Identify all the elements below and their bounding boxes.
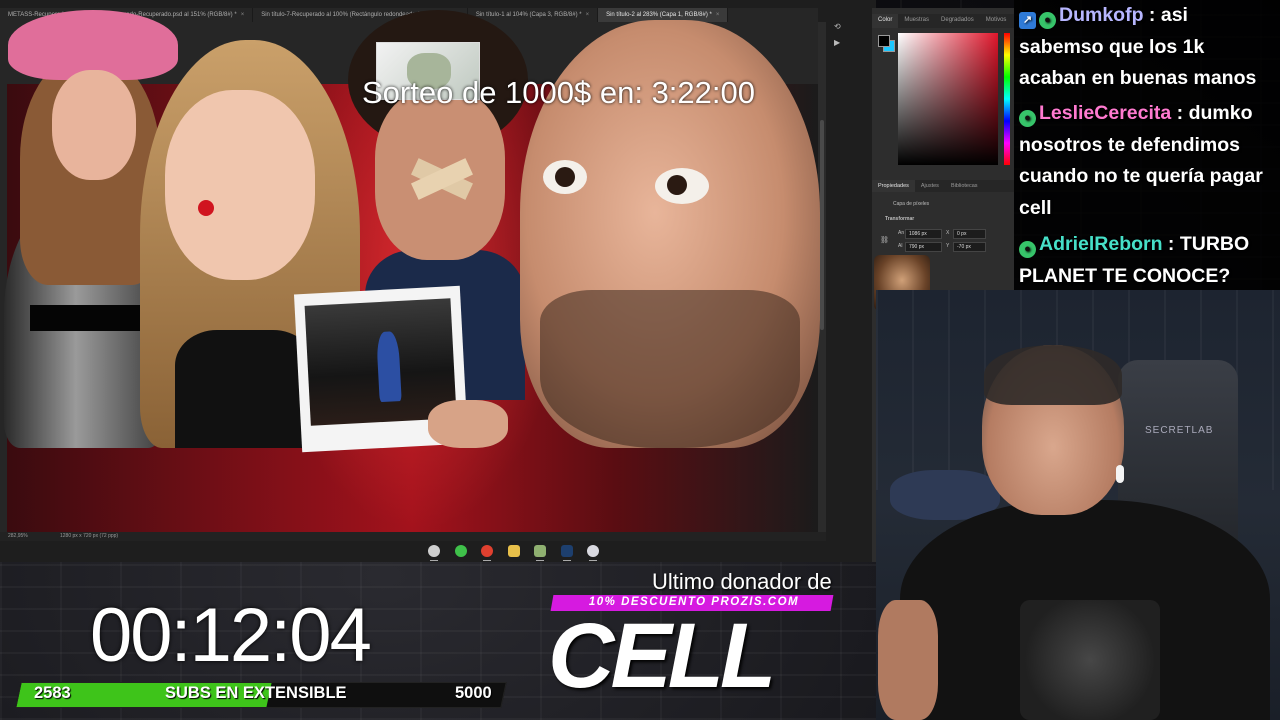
tab-gradients[interactable]: Degradados [935,14,980,28]
obs-icon[interactable] [587,545,599,561]
pupil [667,175,687,195]
status-bar: 282,95% 1280 px x 720 px (72 ppp) [0,532,826,541]
play-icon[interactable]: ▶ [834,38,843,47]
folder-icon[interactable] [508,545,520,557]
app-icon[interactable] [534,545,546,561]
y-label: Y [946,243,950,249]
document-size: 1280 px x 720 px (72 ppp) [60,533,119,539]
eye [543,160,587,194]
chrome-icon[interactable] [481,545,493,561]
hue-slider[interactable] [1004,33,1010,165]
link-icon[interactable]: ⛓ [880,236,889,244]
woman-face [52,70,136,180]
foreground-color-swatch[interactable] [878,35,890,47]
chat-username[interactable]: AdrielReborn [1039,233,1163,255]
zoom-level[interactable]: 282,95% [8,533,28,539]
sub-badge-icon: ● [1019,241,1036,258]
tab-color[interactable]: Color [872,14,899,28]
chat-separator: : [1143,4,1161,26]
chat-separator: : [1162,233,1180,255]
color-picker-field[interactable] [898,33,998,165]
tab-swatches[interactable]: Muestras [898,14,935,28]
layer-type-label: Capa de píxeles [893,201,930,207]
close-icon[interactable]: × [241,12,245,18]
runner-figure [376,331,402,403]
last-donor-name: CELL [548,605,776,707]
settings-icon[interactable] [428,545,440,561]
taskbar [420,542,610,561]
streamer-hair [984,345,1122,405]
close-icon[interactable]: × [586,12,590,18]
transform-heading: Transformar [885,216,915,222]
color-panel-tabs: Color Muestras Degradados Motivos [872,14,1014,28]
document-tab[interactable]: Sin título-1 al 104% (Capa 3, RGB/8#) * × [468,8,599,22]
stream-countdown: 00:12:04 [90,593,372,678]
prime-badge-icon: ↗ [1019,12,1036,29]
photoshop-icon[interactable] [561,545,573,561]
sub-badge-icon: ● [1039,12,1056,29]
earbud [1116,465,1124,483]
last-donor-label: Ultimo donador de [652,569,832,594]
subs-label: SUBS EN EXTENSIBLE [165,684,347,702]
y-field[interactable]: -70 px [953,242,986,252]
width-field[interactable]: 1086 px [905,229,942,239]
tab-libraries[interactable]: Bibliotecas [945,180,984,192]
height-field[interactable]: 790 px [905,242,942,252]
chat-separator: : [1171,102,1189,124]
document-tab-label: Sin título-1 al 104% (Capa 3, RGB/8#) * [475,12,582,18]
sub-badge-icon: ● [1019,110,1036,127]
chat-username[interactable]: LeslieCerecita [1039,102,1171,124]
pupil [555,167,575,187]
chat-message: ● LeslieCerecita : dumko nosotros te defe… [1019,98,1275,224]
helmet-visor [30,305,140,331]
tab-patterns[interactable]: Motivos [980,14,1013,28]
shirt-print [1020,600,1160,720]
subs-goal: 5000 [455,684,492,702]
blonde-face [165,90,315,280]
close-icon[interactable]: × [716,12,720,18]
properties-panel-tabs: Propiedades Ajustes Bibliotecas [872,180,1014,192]
tattooed-arm [878,600,938,720]
chair-logo: SECRETLAB [1145,425,1214,436]
width-label: An [898,230,905,236]
clown-nose [198,200,214,216]
whatsapp-icon[interactable] [455,545,467,557]
x-field[interactable]: 0 px [953,229,986,239]
height-label: Al [898,243,903,249]
subs-current: 2583 [34,684,71,702]
beard [540,290,800,448]
tab-adjustments[interactable]: Ajustes [915,180,945,192]
chat-message: ● AdrielReborn : TURBO PLANET TE CONOCE? [1019,229,1275,292]
hand [428,400,508,448]
x-label: X [946,230,950,236]
chat-message: ↗ ● Dumkofp : asi sabemso que los 1k acaba… [1019,0,1275,95]
scrollbar-thumb[interactable] [820,120,824,330]
eye [655,168,709,204]
tab-properties[interactable]: Propiedades [872,180,915,192]
document-tab-label: Sin título-2 al 283% (Capa 1, RGB/8#) * [606,12,712,18]
chat-username[interactable]: Dumkofp [1059,4,1144,26]
panel-toolstrip: ⟲ ▶ [830,16,846,76]
history-icon[interactable]: ⟲ [834,22,843,31]
blonde-shirt [175,330,315,448]
giveaway-timer: Sorteo de 1000$ en: 3:22:00 [362,75,755,110]
